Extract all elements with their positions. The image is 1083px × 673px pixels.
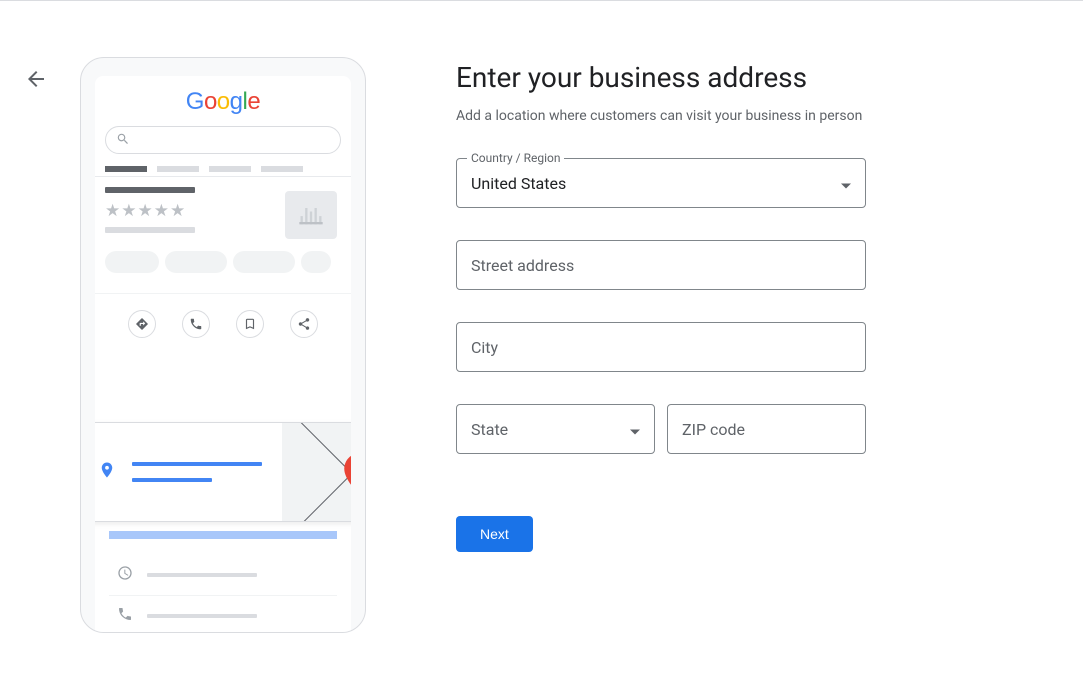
state-select[interactable]: State <box>456 404 655 454</box>
next-button[interactable]: Next <box>456 516 533 552</box>
directions-icon <box>128 310 156 338</box>
back-button[interactable] <box>24 67 48 91</box>
phone-icon <box>182 310 210 338</box>
tabs-mock <box>95 166 351 177</box>
country-label: Country / Region <box>467 151 564 165</box>
result-block-mock: ★★★★★ <box>95 177 351 247</box>
clock-icon <box>117 565 133 585</box>
zip-code-input[interactable]: ZIP code <box>667 404 866 454</box>
city-placeholder: City <box>471 338 498 357</box>
page-title: Enter your business address <box>456 61 866 94</box>
chips-mock <box>95 247 351 273</box>
country-value: United States <box>471 174 566 193</box>
map-card-mock <box>95 422 351 522</box>
bookmark-icon <box>236 310 264 338</box>
red-map-pin-icon <box>344 453 351 499</box>
country-region-select[interactable]: Country / Region United States <box>456 158 866 208</box>
street-address-input[interactable]: Street address <box>456 240 866 290</box>
details-list-mock <box>109 532 337 632</box>
action-icons-mock <box>95 293 351 352</box>
phone-illustration: Google ★★★★★ <box>80 57 366 633</box>
search-bar-mock <box>105 126 341 154</box>
location-pin-icon <box>98 458 116 486</box>
google-logo: Google <box>95 88 351 116</box>
street-placeholder: Street address <box>471 256 574 275</box>
page-subtitle: Add a location where customers can visit… <box>456 108 866 124</box>
map-thumbnail <box>282 423 351 521</box>
search-icon <box>116 131 130 150</box>
chevron-down-icon <box>841 174 851 193</box>
city-input[interactable]: City <box>456 322 866 372</box>
phone-info-icon <box>117 606 133 626</box>
share-icon <box>290 310 318 338</box>
state-placeholder: State <box>471 420 508 439</box>
thumbnail-icon <box>285 191 337 239</box>
zip-placeholder: ZIP code <box>682 420 745 439</box>
chevron-down-icon <box>630 420 640 439</box>
